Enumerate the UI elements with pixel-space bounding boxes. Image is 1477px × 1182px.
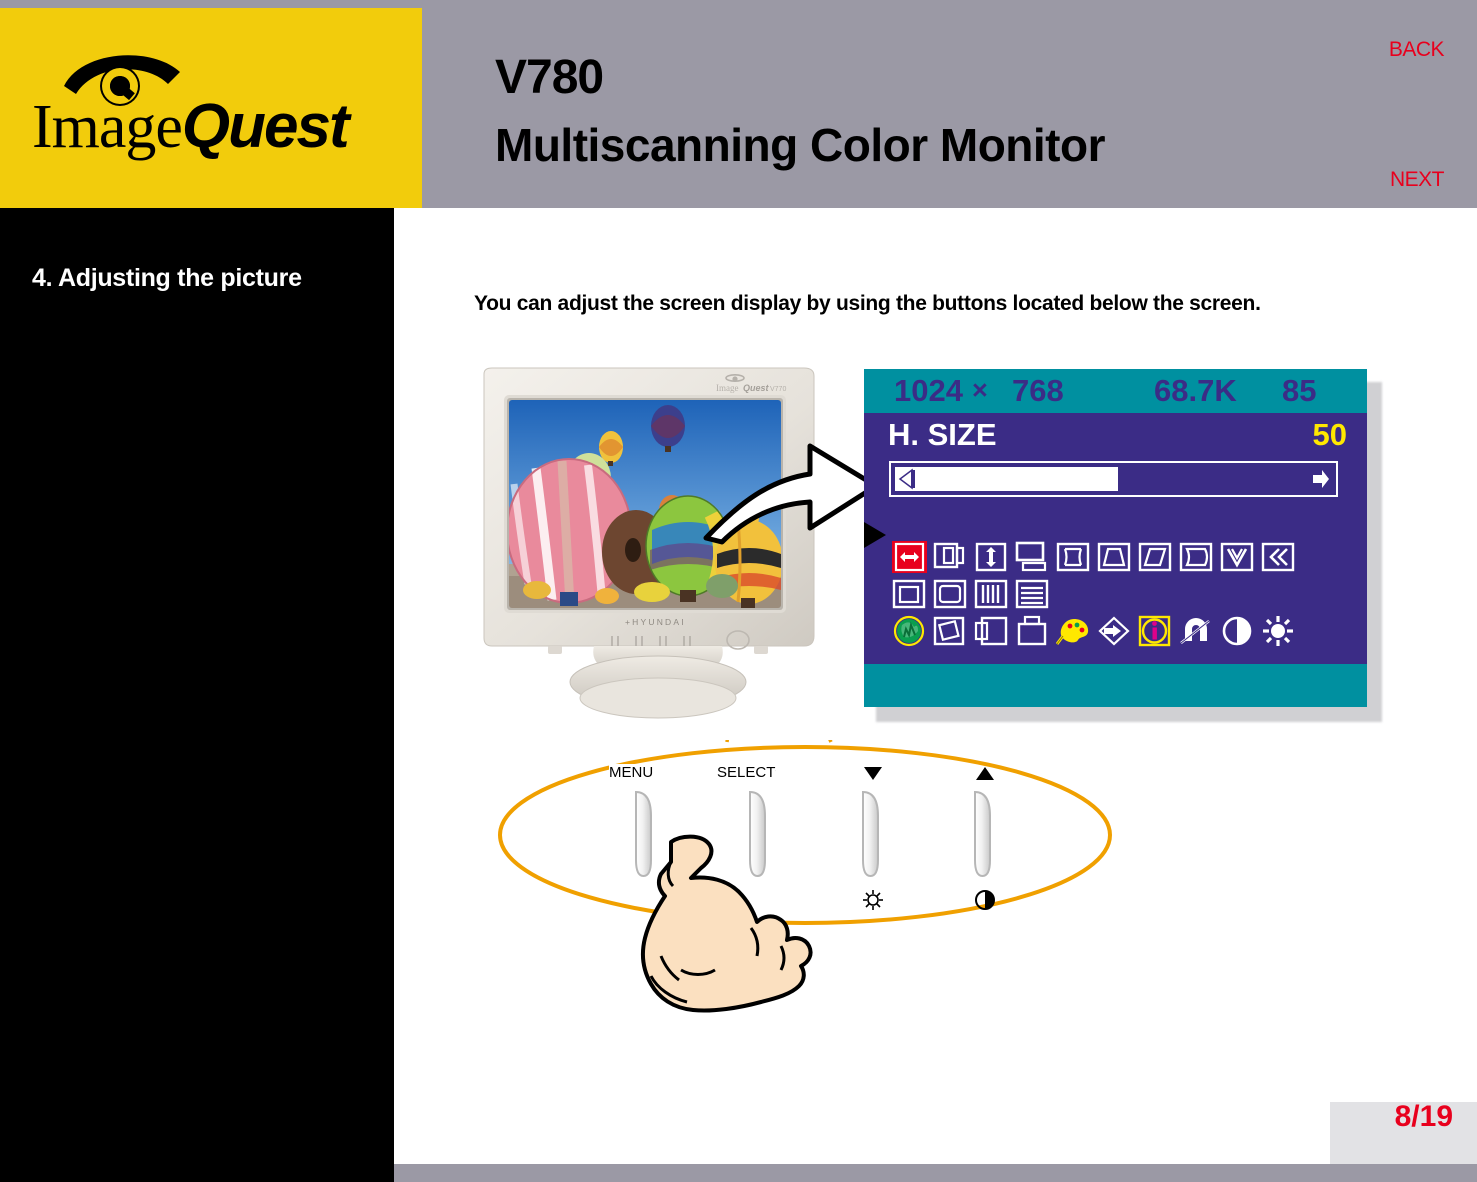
contrast-icon[interactable] — [1220, 615, 1255, 647]
degauss-icon[interactable] — [892, 615, 927, 647]
select-button-text[interactable]: SELECT — [717, 764, 776, 781]
moire-horizontal-icon[interactable] — [1015, 578, 1050, 610]
osd-value-slider[interactable] — [889, 461, 1338, 497]
svg-text:+HYUNDAI: +HYUNDAI — [625, 617, 686, 627]
rotation-icon[interactable] — [1220, 541, 1255, 573]
osd-vertical-frequency: 85 — [1282, 373, 1317, 408]
pin-balance-icon[interactable] — [1179, 541, 1214, 573]
page-header: ImageQuest V780 Multiscanning Color Moni… — [0, 0, 1477, 208]
osd-selection-cursor-icon — [864, 520, 890, 550]
wordmark-quest: Quest — [181, 92, 350, 161]
osd-menu-body: H. SIZE 50 — [864, 413, 1367, 664]
osd-status-bar: 1024 × 768 68.7K 85 — [864, 369, 1367, 413]
page-number: 8/19 — [1394, 1100, 1453, 1133]
nav-back-link[interactable]: BACK — [1389, 38, 1445, 62]
svg-text:V770: V770 — [770, 386, 786, 393]
osd-size-icon[interactable] — [1015, 615, 1050, 647]
buttons-callout-illustration: MENU SELECT MENU SELECT — [495, 634, 1135, 1040]
osd-icon-row-1 — [892, 541, 1342, 573]
osd-current-item-value: 50 — [1312, 417, 1347, 452]
h-position-icon[interactable] — [933, 541, 968, 573]
osd-horizontal-frequency: 68.7K — [1154, 373, 1237, 408]
flow-arrow-icon — [700, 418, 890, 548]
v-position-icon[interactable] — [1015, 541, 1050, 573]
color-palette-icon[interactable] — [1056, 615, 1091, 647]
svg-text:Image: Image — [716, 383, 739, 393]
language-icon[interactable] — [1097, 615, 1132, 647]
page-footer-band — [394, 1164, 1477, 1182]
parallelogram-icon[interactable] — [1138, 541, 1173, 573]
osd-position-icon[interactable] — [974, 615, 1009, 647]
osd-slider-fill — [895, 467, 1118, 491]
recall-icon[interactable] — [1179, 615, 1214, 647]
information-icon[interactable] — [1138, 615, 1173, 647]
convergence-icon[interactable] — [933, 615, 968, 647]
osd-icon-row-3 — [892, 615, 1342, 647]
brand-wordmark: ImageQuest — [32, 93, 402, 161]
trapezoid-icon[interactable] — [1097, 541, 1132, 573]
menu-button-text[interactable]: MENU — [609, 764, 654, 781]
section-sidebar: 4. Adjusting the picture — [0, 208, 394, 1182]
sidebar-section-title: 4. Adjusting the picture — [32, 264, 302, 292]
page-title: Multiscanning Color Monitor — [495, 119, 1106, 171]
brightness-icon[interactable] — [1261, 615, 1296, 647]
osd-footer-band — [864, 664, 1367, 707]
osd-current-item-label: H. SIZE — [888, 417, 997, 452]
osd-resolution-width: 1024 — [894, 373, 963, 408]
osd-icon-grid — [892, 541, 1342, 652]
pincushion-icon[interactable] — [1056, 541, 1091, 573]
svg-text:Quest: Quest — [743, 383, 770, 393]
top-corner-icon[interactable] — [892, 578, 927, 610]
osd-icon-row-2 — [892, 578, 1342, 610]
moire-vertical-icon[interactable] — [974, 578, 1009, 610]
osd-resolution-separator: × — [972, 375, 988, 405]
osd-decrease-arrow-icon[interactable] — [896, 467, 918, 491]
v-size-icon[interactable] — [974, 541, 1009, 573]
wordmark-image: Image — [32, 93, 183, 161]
corner-correction-icon[interactable] — [1261, 541, 1296, 573]
brand-logo-block: ImageQuest — [0, 8, 422, 208]
bottom-corner-icon[interactable] — [933, 578, 968, 610]
nav-next-link[interactable]: NEXT — [1390, 168, 1445, 192]
page-number-box: 8/19 — [1330, 1100, 1477, 1164]
osd-menu-panel: 1024 × 768 68.7K 85 H. SIZE 50 — [864, 369, 1367, 707]
product-model: V780 — [495, 51, 604, 104]
osd-resolution-height: 768 — [1012, 373, 1064, 408]
h-size-icon[interactable] — [892, 541, 927, 573]
osd-increase-arrow-icon[interactable] — [1309, 467, 1331, 491]
intro-paragraph: You can adjust the screen display by usi… — [474, 292, 1261, 315]
